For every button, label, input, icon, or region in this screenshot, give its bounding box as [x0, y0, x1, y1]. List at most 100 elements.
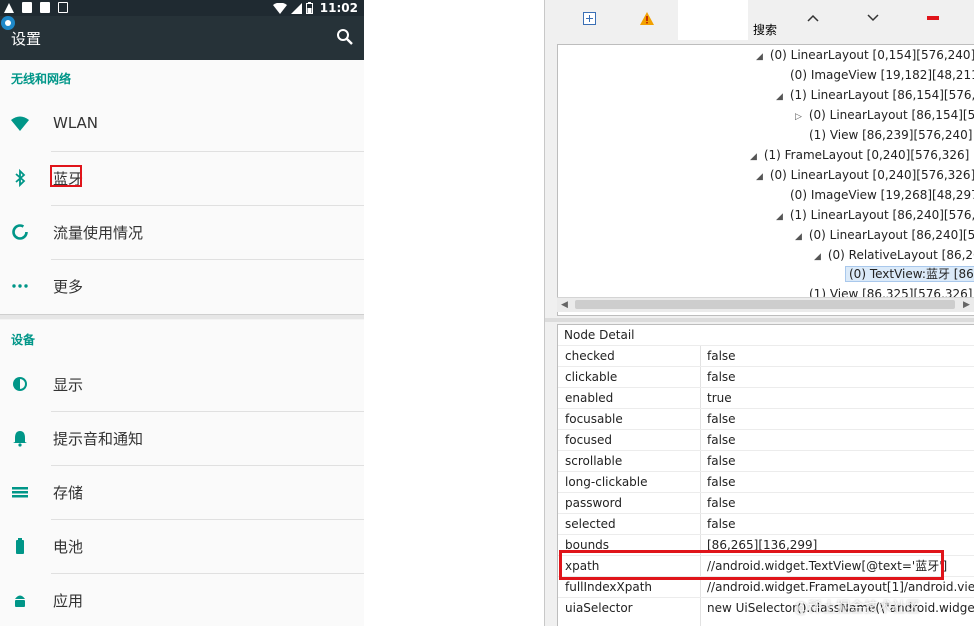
- settings-item-label: WLAN: [53, 114, 99, 132]
- settings-item-display[interactable]: 显示: [0, 357, 364, 411]
- settings-item-label: 提示音和通知: [53, 430, 144, 448]
- cell-signal-icon: [290, 2, 302, 14]
- tree-node[interactable]: ◢ (0) LinearLayout [86,240][57: [795, 226, 974, 244]
- tree-toggle-icon[interactable]: ▷: [795, 108, 805, 126]
- tree-node[interactable]: ▷ (0) LinearLayout [86,154][57: [795, 106, 974, 124]
- settings-item-label: 显示: [53, 376, 84, 394]
- tree-node[interactable]: (1) View [86,239][576,240]: [799, 126, 972, 144]
- property-row[interactable]: scrollable false: [558, 450, 974, 472]
- android-icon: [15, 595, 25, 607]
- settings-item-battery[interactable]: 电池: [0, 519, 364, 573]
- settings-item-label: 应用: [53, 592, 84, 610]
- tree-node[interactable]: ◢ (1) LinearLayout [86,240][576,3: [776, 206, 974, 224]
- search-field[interactable]: [678, 0, 748, 40]
- property-key: selected: [565, 517, 616, 531]
- horizontal-scrollbar[interactable]: ◀ ▶: [557, 297, 974, 312]
- notification-icon: [40, 2, 50, 13]
- chevron-up-icon[interactable]: [805, 10, 821, 26]
- inspector-toolbar: 搜索: [545, 0, 974, 44]
- tree-toggle-icon[interactable]: ◢: [795, 228, 805, 246]
- property-key: focusable: [565, 412, 623, 426]
- property-row[interactable]: selected false: [558, 513, 974, 535]
- settings-item-storage[interactable]: 存储: [0, 465, 364, 519]
- tree-node-label: (0) LinearLayout [0,240][576,326]: [769, 168, 974, 182]
- property-key: clickable: [565, 370, 618, 384]
- tree-toggle-icon[interactable]: ◢: [776, 208, 786, 226]
- panel-splitter[interactable]: [545, 318, 974, 322]
- property-row[interactable]: enabled true: [558, 387, 974, 409]
- tree-node[interactable]: ◢ (0) LinearLayout [0,240][576,326]: [756, 166, 974, 184]
- tree-node[interactable]: ◢ (0) RelativeLayout [86,26: [814, 246, 974, 264]
- settings-item-data-usage[interactable]: 流量使用情况: [0, 205, 364, 259]
- property-key: password: [565, 496, 622, 510]
- property-value: true: [707, 391, 732, 405]
- tree-node-label: (1) View [86,239][576,240]: [809, 128, 973, 142]
- watermark: @稀土掘金技术社区: [794, 600, 920, 616]
- more-icon: [12, 284, 28, 288]
- settings-item-wlan[interactable]: WLAN: [0, 97, 364, 151]
- scroll-left-icon[interactable]: ◀: [561, 298, 568, 312]
- property-value: false: [707, 475, 736, 489]
- tree-node-selected[interactable]: (0) TextView:蓝牙 [86,: [835, 265, 974, 283]
- settings-item-label: 存储: [53, 484, 84, 502]
- section-header-device: 设备: [11, 333, 36, 347]
- property-value: false: [707, 517, 736, 531]
- bluetooth-icon: [15, 168, 26, 188]
- ui-inspector-panel: 搜索 ◢ (0) LinearLayout [0,154][576,240] (…: [544, 0, 974, 626]
- tree-node[interactable]: ◢ (1) LinearLayout [86,154][576,24: [776, 86, 974, 104]
- section-gap: [0, 314, 364, 320]
- property-row[interactable]: clickable false: [558, 366, 974, 388]
- property-value: false: [707, 370, 736, 384]
- tree-toggle-icon[interactable]: ◢: [776, 88, 786, 106]
- settings-item-label: 更多: [53, 278, 84, 296]
- property-key: focused: [565, 433, 613, 447]
- tree-toggle-icon[interactable]: ◢: [814, 248, 824, 266]
- tree-node-label: (0) LinearLayout [86,154][57: [808, 108, 974, 122]
- scroll-right-icon[interactable]: ▶: [963, 298, 970, 312]
- settings-item-apps[interactable]: 应用: [0, 573, 364, 626]
- search-icon[interactable]: [336, 28, 354, 46]
- expand-all-icon[interactable]: [581, 10, 597, 26]
- property-value: false: [707, 496, 736, 510]
- tree-toggle-icon[interactable]: ◢: [756, 48, 766, 66]
- property-row[interactable]: checked false: [558, 345, 974, 367]
- tree-toggle-icon[interactable]: ◢: [750, 148, 760, 166]
- property-value: false: [707, 349, 736, 363]
- property-key: fullIndexXpath: [565, 580, 653, 594]
- warning-icon[interactable]: [639, 10, 655, 26]
- clear-icon[interactable]: [925, 10, 941, 26]
- node-detail-table: Node Detail checked false clickable false …: [557, 324, 974, 626]
- settings-item-sound[interactable]: 提示音和通知: [0, 411, 364, 465]
- chevron-down-icon[interactable]: [865, 10, 881, 26]
- app-bar: 设置: [0, 16, 364, 60]
- hierarchy-tree[interactable]: ◢ (0) LinearLayout [0,154][576,240] (0) …: [557, 44, 974, 316]
- tree-node[interactable]: (0) ImageView [19,268][48,297]: [780, 186, 974, 204]
- scrollbar-thumb[interactable]: [575, 300, 955, 309]
- property-key: enabled: [565, 391, 614, 405]
- tree-node-label: (0) ImageView [19,268][48,297]: [790, 188, 974, 202]
- property-row[interactable]: focused false: [558, 429, 974, 451]
- tree-node-label: (0) LinearLayout [86,240][57: [808, 228, 974, 242]
- tree-toggle-icon[interactable]: ◢: [756, 168, 766, 186]
- notification-icon: [4, 2, 14, 13]
- tree-node-label: (0) ImageView [19,182][48,211]: [790, 68, 974, 82]
- notification-icon: [22, 2, 32, 13]
- storage-icon: [12, 487, 28, 498]
- section-header-wireless: 无线和网络: [11, 72, 72, 86]
- tree-node[interactable]: (0) ImageView [19,182][48,211]: [780, 66, 974, 84]
- property-row[interactable]: long-clickable false: [558, 471, 974, 493]
- settings-item-more[interactable]: 更多: [0, 259, 364, 313]
- tree-node[interactable]: ◢ (0) LinearLayout [0,154][576,240]: [756, 46, 974, 64]
- wifi-icon: [11, 116, 29, 131]
- tree-node-label: (1) LinearLayout [86,154][576,24: [789, 88, 974, 102]
- tree-node-label: (1) LinearLayout [86,240][576,3: [789, 208, 974, 222]
- tree-node-label: (1) FrameLayout [0,240][576,326]: [763, 148, 970, 162]
- property-row[interactable]: password false: [558, 492, 974, 514]
- property-value: false: [707, 412, 736, 426]
- battery-status-icon: [305, 2, 313, 14]
- property-key: long-clickable: [565, 475, 648, 489]
- highlight-box-bluetooth: [50, 165, 82, 187]
- clock: 11:02: [319, 1, 358, 15]
- property-row[interactable]: focusable false: [558, 408, 974, 430]
- tree-node[interactable]: ◢ (1) FrameLayout [0,240][576,326]: [750, 146, 969, 164]
